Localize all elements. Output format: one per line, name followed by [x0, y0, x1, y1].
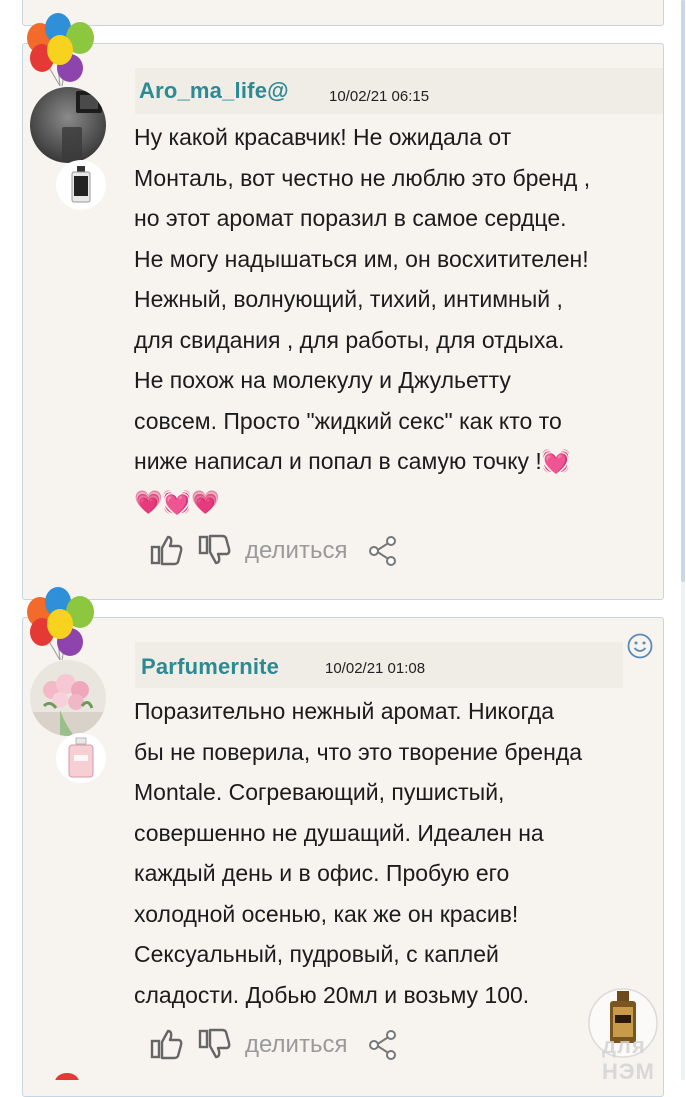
share-icon[interactable] — [368, 535, 398, 567]
thumbs-down-icon[interactable] — [198, 1027, 232, 1061]
balloons-icon — [27, 13, 94, 87]
review-actions: делиться — [150, 533, 410, 569]
perfume-bottle-thumbnail[interactable] — [56, 733, 106, 783]
watermark-logo: для НЭМ — [586, 985, 660, 1084]
review-date: 10/02/21 01:08 — [325, 660, 426, 677]
review-username[interactable]: Aro_ma_life@ — [139, 78, 289, 104]
watermark-text: для НЭМ — [602, 1033, 655, 1084]
share-icon[interactable] — [368, 1029, 398, 1061]
balloons-icon — [27, 587, 94, 661]
previous-review-card — [22, 0, 664, 26]
thumbs-down-icon[interactable] — [198, 533, 232, 567]
balloons-icon — [55, 1073, 79, 1080]
review-username[interactable]: Parfumernite — [141, 654, 279, 680]
perfume-bottle-thumbnail[interactable] — [56, 160, 106, 210]
scrollbar-thumb[interactable] — [681, 0, 685, 582]
share-button[interactable]: делиться — [245, 1031, 347, 1059]
user-avatar[interactable] — [30, 87, 106, 163]
thumbs-up-icon[interactable] — [150, 533, 184, 567]
share-button[interactable]: делиться — [245, 537, 347, 565]
review-text: Ну какой красавчик! Не ожидала от Монтал… — [134, 124, 591, 515]
review-date: 10/02/21 06:15 — [329, 88, 430, 105]
review-text: Поразительно нежный аромат. Никогда бы н… — [134, 698, 583, 1008]
user-avatar[interactable] — [30, 660, 106, 736]
smiley-icon[interactable] — [626, 632, 654, 660]
review-actions: делиться — [150, 1027, 410, 1063]
thumbs-up-icon[interactable] — [150, 1027, 184, 1061]
